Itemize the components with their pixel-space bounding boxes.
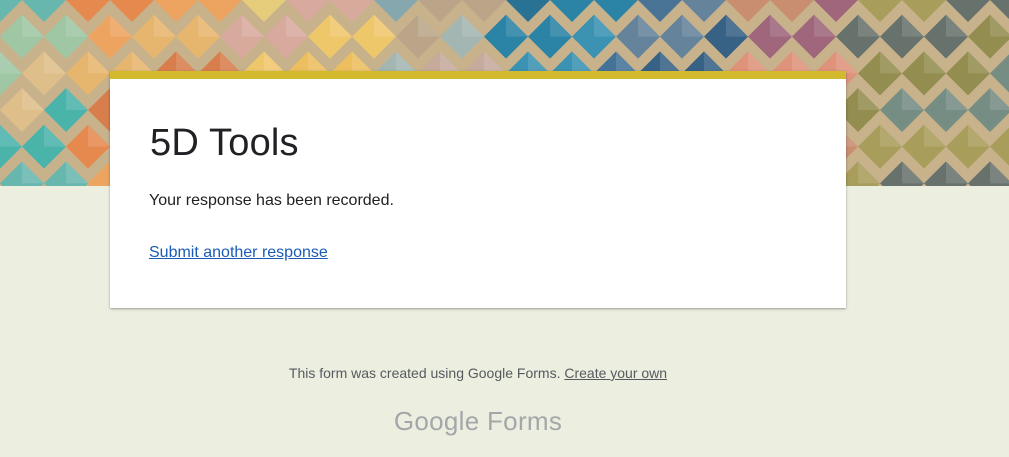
submit-another-response-link[interactable]: Submit another response [149, 242, 328, 264]
create-your-own-link[interactable]: Create your own [564, 365, 667, 381]
footer-note: This form was created using Google Forms… [0, 364, 956, 382]
confirmation-card: 5D Tools Your response has been recorded… [110, 71, 846, 308]
card-accent-bar [110, 71, 846, 79]
brand-google-text: Google [393, 406, 480, 436]
footer-note-text: This form was created using Google Forms… [288, 365, 561, 381]
brand-forms-text: Forms [487, 406, 563, 436]
confirmation-message: Your response has been recorded. [149, 192, 394, 209]
google-forms-logo: Google Forms [0, 404, 956, 438]
form-title: 5D Tools [150, 122, 299, 164]
